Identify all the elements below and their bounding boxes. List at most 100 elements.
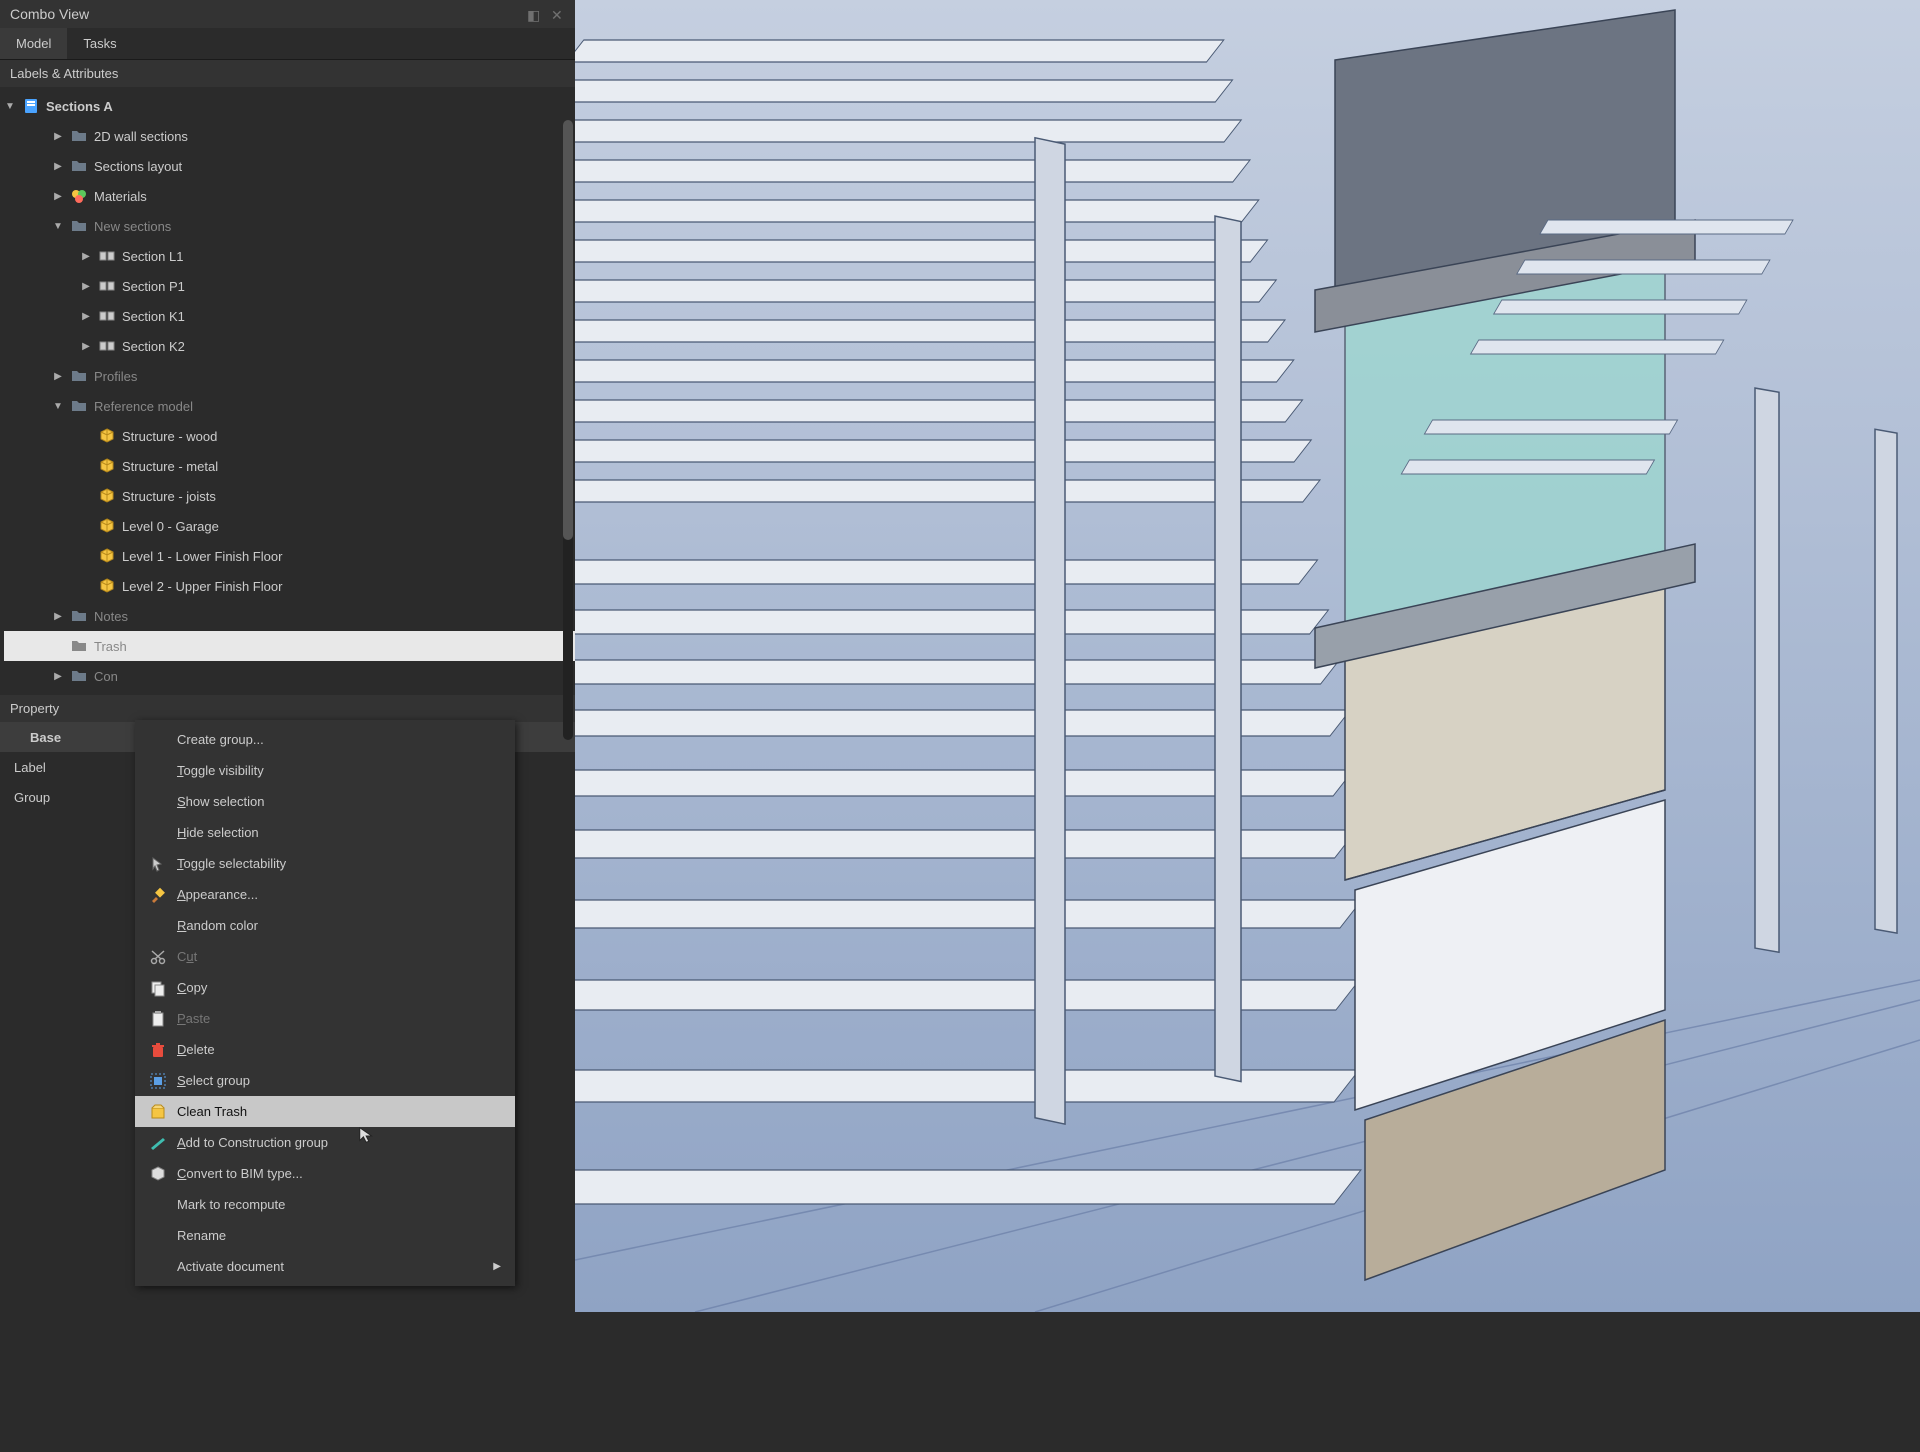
- tree-item[interactable]: ▶ Notes: [4, 601, 575, 631]
- expand-arrow-icon[interactable]: ▶: [80, 311, 92, 322]
- blank-icon: [149, 824, 167, 842]
- folder-icon: [70, 157, 88, 175]
- context-menu-item[interactable]: Random color: [135, 910, 515, 941]
- tree-item-label: Level 0 - Garage: [122, 519, 219, 534]
- document-icon: [22, 97, 40, 115]
- expand-arrow-icon[interactable]: ▶: [52, 671, 64, 682]
- expand-arrow-icon[interactable]: ▶: [52, 161, 64, 172]
- tree-item[interactable]: Level 2 - Upper Finish Floor: [4, 571, 575, 601]
- context-menu-label: Cut: [177, 949, 197, 964]
- tree-item-label: Profiles: [94, 369, 137, 384]
- tree-item[interactable]: Trash: [4, 631, 575, 661]
- context-menu-item[interactable]: Add to Construction group: [135, 1127, 515, 1158]
- expand-arrow-icon[interactable]: ▼: [52, 401, 64, 412]
- context-menu-item[interactable]: Toggle visibility: [135, 755, 515, 786]
- tree-item-label: Reference model: [94, 399, 193, 414]
- expand-arrow-icon[interactable]: ▶: [80, 251, 92, 262]
- tree-root-label: Sections A: [46, 99, 113, 114]
- context-menu-item[interactable]: Convert to BIM type...: [135, 1158, 515, 1189]
- tree-item[interactable]: ▼ New sections: [4, 211, 575, 241]
- tree-item[interactable]: ▶2D wall sections: [4, 121, 575, 151]
- context-menu-item[interactable]: Rename: [135, 1220, 515, 1251]
- close-icon[interactable]: ✕: [551, 7, 565, 21]
- tree-item-label: Notes: [94, 609, 128, 624]
- cube-icon: [98, 457, 116, 475]
- blank-icon: [149, 1196, 167, 1214]
- expand-arrow-icon[interactable]: ▼: [52, 221, 64, 232]
- expand-arrow-icon[interactable]: ▶: [52, 371, 64, 382]
- panel-title: Combo View: [10, 6, 89, 22]
- context-menu-item[interactable]: Create group...: [135, 724, 515, 755]
- tree-item[interactable]: ▶Sections layout: [4, 151, 575, 181]
- tree-item-label: Structure - wood: [122, 429, 217, 444]
- folder-icon: [70, 667, 88, 685]
- property-key: Group: [0, 790, 130, 805]
- context-menu-item[interactable]: Toggle selectability: [135, 848, 515, 879]
- tab-model[interactable]: Model: [0, 28, 67, 59]
- tab-tasks[interactable]: Tasks: [67, 28, 132, 59]
- bim-icon: [149, 1165, 167, 1183]
- context-menu-label: Select group: [177, 1073, 250, 1088]
- context-menu-item[interactable]: Mark to recompute: [135, 1189, 515, 1220]
- property-header: Property: [0, 695, 575, 722]
- blank-icon: [149, 731, 167, 749]
- expand-arrow-icon[interactable]: ▶: [80, 341, 92, 352]
- blank-icon: [149, 1227, 167, 1245]
- tree-item-label: Section K2: [122, 339, 185, 354]
- tree-item[interactable]: Structure - joists: [4, 481, 575, 511]
- tree-item[interactable]: ▶ Section K1: [4, 301, 575, 331]
- tree-root[interactable]: ▼Sections A: [4, 91, 575, 121]
- blank-icon: [149, 793, 167, 811]
- context-menu-item[interactable]: Show selection: [135, 786, 515, 817]
- tree-item[interactable]: Structure - wood: [4, 421, 575, 451]
- tree-item[interactable]: Level 0 - Garage: [4, 511, 575, 541]
- section-icon: [98, 337, 116, 355]
- context-menu-label: Activate document: [177, 1259, 284, 1274]
- expand-arrow-icon[interactable]: ▶: [52, 131, 64, 142]
- context-menu-item[interactable]: Select group: [135, 1065, 515, 1096]
- tree-item[interactable]: ▶ Con: [4, 661, 575, 691]
- expand-arrow-icon[interactable]: ▶: [52, 191, 64, 202]
- context-menu-label: Convert to BIM type...: [177, 1166, 303, 1181]
- context-menu: Create group...Toggle visibilityShow sel…: [135, 720, 515, 1286]
- tree-item[interactable]: Structure - metal: [4, 451, 575, 481]
- tree-item[interactable]: ▶ Section L1: [4, 241, 575, 271]
- folder-icon: [70, 397, 88, 415]
- context-menu-item[interactable]: Hide selection: [135, 817, 515, 848]
- mouse-cursor: [358, 1126, 376, 1144]
- panel-title-bar: Combo View ◧ ✕: [0, 0, 575, 28]
- tree-item-label: Level 1 - Lower Finish Floor: [122, 549, 282, 564]
- tree-item-label: New sections: [94, 219, 171, 234]
- tree-scrollbar[interactable]: [563, 120, 573, 740]
- tree-item-label: Section K1: [122, 309, 185, 324]
- undock-icon[interactable]: ◧: [527, 7, 541, 21]
- tree-item-label: Section L1: [122, 249, 183, 264]
- context-menu-item[interactable]: Copy: [135, 972, 515, 1003]
- expand-arrow-icon[interactable]: ▶: [80, 281, 92, 292]
- tree-item[interactable]: ▼ Reference model: [4, 391, 575, 421]
- context-menu-item[interactable]: Activate document ▶: [135, 1251, 515, 1282]
- tree-item-label: Con: [94, 669, 118, 684]
- tree-item[interactable]: ▶ Profiles: [4, 361, 575, 391]
- context-menu-label: Add to Construction group: [177, 1135, 328, 1150]
- materials-icon: [70, 187, 88, 205]
- tree-item[interactable]: ▶ Section K2: [4, 331, 575, 361]
- tree-item[interactable]: ▶Section P1: [4, 271, 575, 301]
- submenu-arrow-icon: ▶: [493, 1261, 501, 1272]
- expand-arrow-icon[interactable]: ▶: [52, 611, 64, 622]
- tree-item[interactable]: ▶Materials: [4, 181, 575, 211]
- select-arrow-icon: [149, 855, 167, 873]
- 3d-viewport[interactable]: [575, 0, 1920, 1312]
- folder-icon: [70, 607, 88, 625]
- blank-icon: [149, 1258, 167, 1276]
- context-menu-item[interactable]: Appearance...: [135, 879, 515, 910]
- context-menu-item[interactable]: Clean Trash: [135, 1096, 515, 1127]
- section-icon: [98, 277, 116, 295]
- context-menu-item[interactable]: Delete: [135, 1034, 515, 1065]
- model-tree[interactable]: ▼Sections A▶2D wall sections▶Sections la…: [0, 87, 575, 695]
- tree-item[interactable]: Level 1 - Lower Finish Floor: [4, 541, 575, 571]
- copy-icon: [149, 979, 167, 997]
- context-menu-item: Paste: [135, 1003, 515, 1034]
- tree-item-label: Structure - metal: [122, 459, 218, 474]
- clean-icon: [149, 1103, 167, 1121]
